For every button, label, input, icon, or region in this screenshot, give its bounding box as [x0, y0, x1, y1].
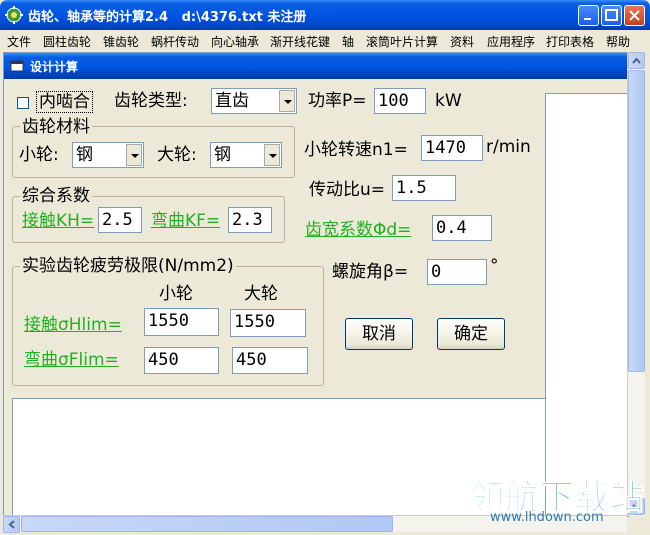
- gear-type-label: 齿轮类型:: [114, 91, 188, 111]
- menu-worm-drive[interactable]: 蜗杆传动: [151, 33, 199, 50]
- chevron-down-icon[interactable]: [264, 144, 280, 166]
- child-title: 设计计算: [30, 60, 79, 74]
- menu-file[interactable]: 文件: [7, 33, 31, 50]
- gear-icon: [5, 6, 23, 24]
- scroll-left-button[interactable]: [3, 516, 20, 533]
- design-calculation-window: 设计计算 内啮合 齿轮类型: 直齿 功率P= 100 kW 齿轮材料 小轮: 钢…: [3, 52, 629, 517]
- arrow-left-icon: [8, 520, 15, 529]
- window-icon: [10, 60, 24, 72]
- helix-angle-unit: °: [490, 256, 499, 276]
- menu-cylindrical-gear[interactable]: 圆柱齿轮: [43, 33, 91, 50]
- helix-angle-input[interactable]: 0: [427, 259, 487, 285]
- menu-bar: 文件 圆柱齿轮 锥齿轮 蜗杆传动 向心轴承 渐开线花键 轴 滚筒叶片计算 资料 …: [0, 30, 650, 50]
- large-gear-label: 大轮:: [157, 145, 197, 165]
- ratio-label: 传动比u=: [309, 180, 386, 200]
- power-label: 功率P=: [308, 91, 367, 111]
- speed-input[interactable]: 1470: [421, 135, 483, 161]
- factor-group-title: 综合系数: [20, 186, 92, 206]
- hlim-label[interactable]: 接触σHlim=: [24, 315, 122, 335]
- flim-small-input[interactable]: 450: [144, 347, 219, 374]
- kh-label[interactable]: 接触KH=: [22, 211, 94, 231]
- gear-type-select[interactable]: 直齿: [211, 88, 297, 114]
- child-title-bar[interactable]: 设计计算: [4, 53, 628, 79]
- watermark: 领航下载站 www.lhdown.com: [470, 470, 645, 530]
- minimize-button[interactable]: [578, 5, 599, 26]
- ratio-input[interactable]: 1.5: [392, 175, 456, 201]
- chevron-down-icon[interactable]: [279, 90, 295, 112]
- menu-shaft[interactable]: 轴: [342, 33, 354, 50]
- ok-button[interactable]: 确定: [437, 318, 505, 350]
- maximize-button[interactable]: [601, 5, 622, 26]
- material-group-title: 齿轮材料: [20, 117, 92, 137]
- kf-label[interactable]: 弯曲KF=: [151, 211, 220, 231]
- menu-involute-spline[interactable]: 渐开线花键: [270, 33, 330, 50]
- helix-angle-label: 螺旋角β=: [332, 262, 409, 282]
- minimize-icon: [584, 18, 591, 20]
- menu-help[interactable]: 帮助: [606, 33, 630, 50]
- hlim-large-input[interactable]: 1550: [230, 309, 306, 337]
- vertical-scroll-thumb[interactable]: [628, 70, 645, 372]
- menu-print-table[interactable]: 打印表格: [546, 33, 594, 50]
- close-icon: [629, 10, 640, 21]
- scroll-up-button[interactable]: [628, 52, 645, 69]
- large-gear-material-value: 钢: [214, 145, 231, 165]
- power-unit: kW: [435, 91, 462, 111]
- menu-drum-blade[interactable]: 滚筒叶片计算: [366, 33, 438, 50]
- internal-gear-checkbox[interactable]: [17, 97, 29, 109]
- maximize-icon: [605, 9, 618, 21]
- internal-gear-label: 内啮合: [36, 91, 93, 113]
- hlim-small-input[interactable]: 1550: [144, 308, 219, 336]
- chevron-down-icon[interactable]: [126, 144, 142, 166]
- column-small-gear: 小轮: [159, 284, 193, 304]
- close-button[interactable]: [624, 5, 645, 26]
- menu-radial-bearing[interactable]: 向心轴承: [211, 33, 259, 50]
- small-gear-label: 小轮:: [19, 145, 59, 165]
- output-panel-bottom[interactable]: [12, 398, 546, 517]
- fatigue-limit-group-title: 实验齿轮疲劳极限(N/mm2): [20, 256, 236, 276]
- speed-unit: r/min: [486, 137, 531, 157]
- width-coefficient-label[interactable]: 齿宽系数Φd=: [305, 220, 411, 240]
- menu-applications[interactable]: 应用程序: [487, 33, 535, 50]
- gear-type-value: 直齿: [215, 91, 249, 111]
- small-gear-material-value: 钢: [76, 145, 93, 165]
- window-title: 齿轮、轴承等的计算2.4 d:\4376.txt 未注册: [28, 10, 307, 25]
- kf-input[interactable]: 2.3: [228, 207, 272, 233]
- menu-bevel-gear[interactable]: 锥齿轮: [103, 33, 139, 50]
- large-gear-material-select[interactable]: 钢: [210, 142, 282, 168]
- kh-input[interactable]: 2.5: [98, 207, 142, 233]
- small-gear-material-select[interactable]: 钢: [72, 142, 144, 168]
- horizontal-scroll-thumb[interactable]: [21, 516, 393, 532]
- menu-data[interactable]: 资料: [450, 33, 474, 50]
- width-coefficient-input[interactable]: 0.4: [432, 215, 492, 241]
- flim-large-input[interactable]: 450: [232, 347, 308, 374]
- window-title-bar[interactable]: 齿轮、轴承等的计算2.4 d:\4376.txt 未注册: [0, 0, 650, 30]
- column-large-gear: 大轮: [244, 284, 278, 304]
- flim-label[interactable]: 弯曲σFlim=: [24, 350, 119, 370]
- watermark-url: www.lhdown.com: [490, 510, 604, 525]
- vertical-scrollbar[interactable]: [627, 52, 645, 516]
- cancel-button[interactable]: 取消: [345, 318, 413, 350]
- speed-label: 小轮转速n1=: [304, 140, 408, 160]
- arrow-up-icon: [632, 57, 641, 64]
- power-input[interactable]: 100: [374, 88, 426, 114]
- output-panel-right[interactable]: [545, 93, 629, 517]
